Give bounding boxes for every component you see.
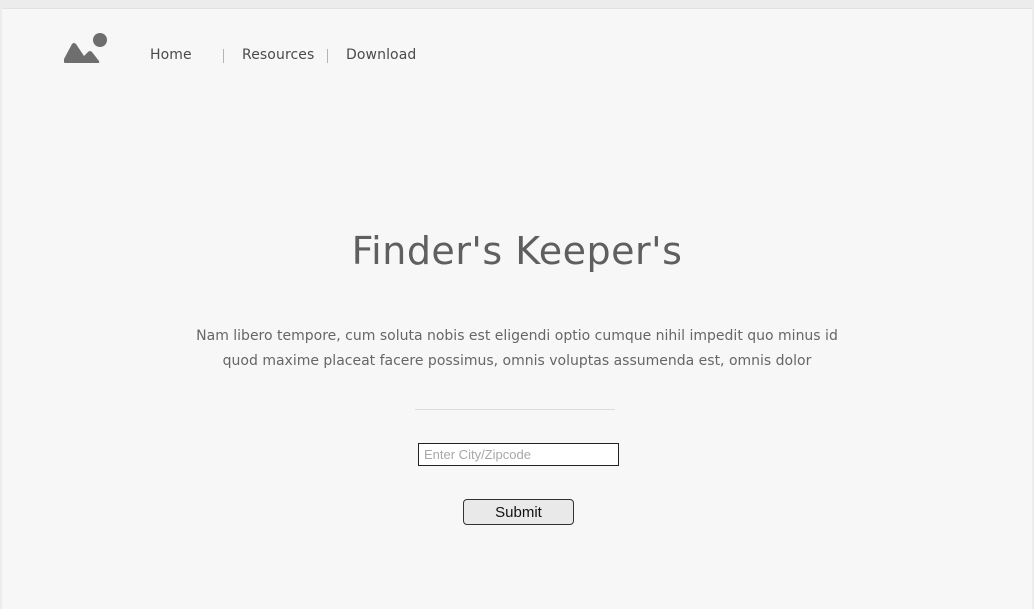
nav-separator	[223, 49, 224, 63]
nav-separator	[327, 49, 328, 63]
nav-item-resources[interactable]: Resources	[242, 47, 314, 63]
nav-item-download[interactable]: Download	[346, 47, 416, 63]
nav-item-home[interactable]: Home	[150, 47, 192, 63]
submit-button[interactable]: Submit	[463, 499, 574, 525]
page-title: Finder's Keeper's	[351, 229, 683, 273]
section-divider	[415, 409, 615, 410]
page-container: Home Resources Download Finder's Keeper'…	[2, 8, 1032, 609]
page-description: Nam libero tempore, cum soluta nobis est…	[192, 324, 842, 374]
description-line-2: quod maxime placeat facere possimus, omn…	[222, 353, 812, 369]
image-placeholder-icon[interactable]	[62, 32, 112, 66]
description-line-1: Nam libero tempore, cum soluta nobis est…	[196, 328, 838, 344]
city-zipcode-input[interactable]	[418, 443, 619, 466]
